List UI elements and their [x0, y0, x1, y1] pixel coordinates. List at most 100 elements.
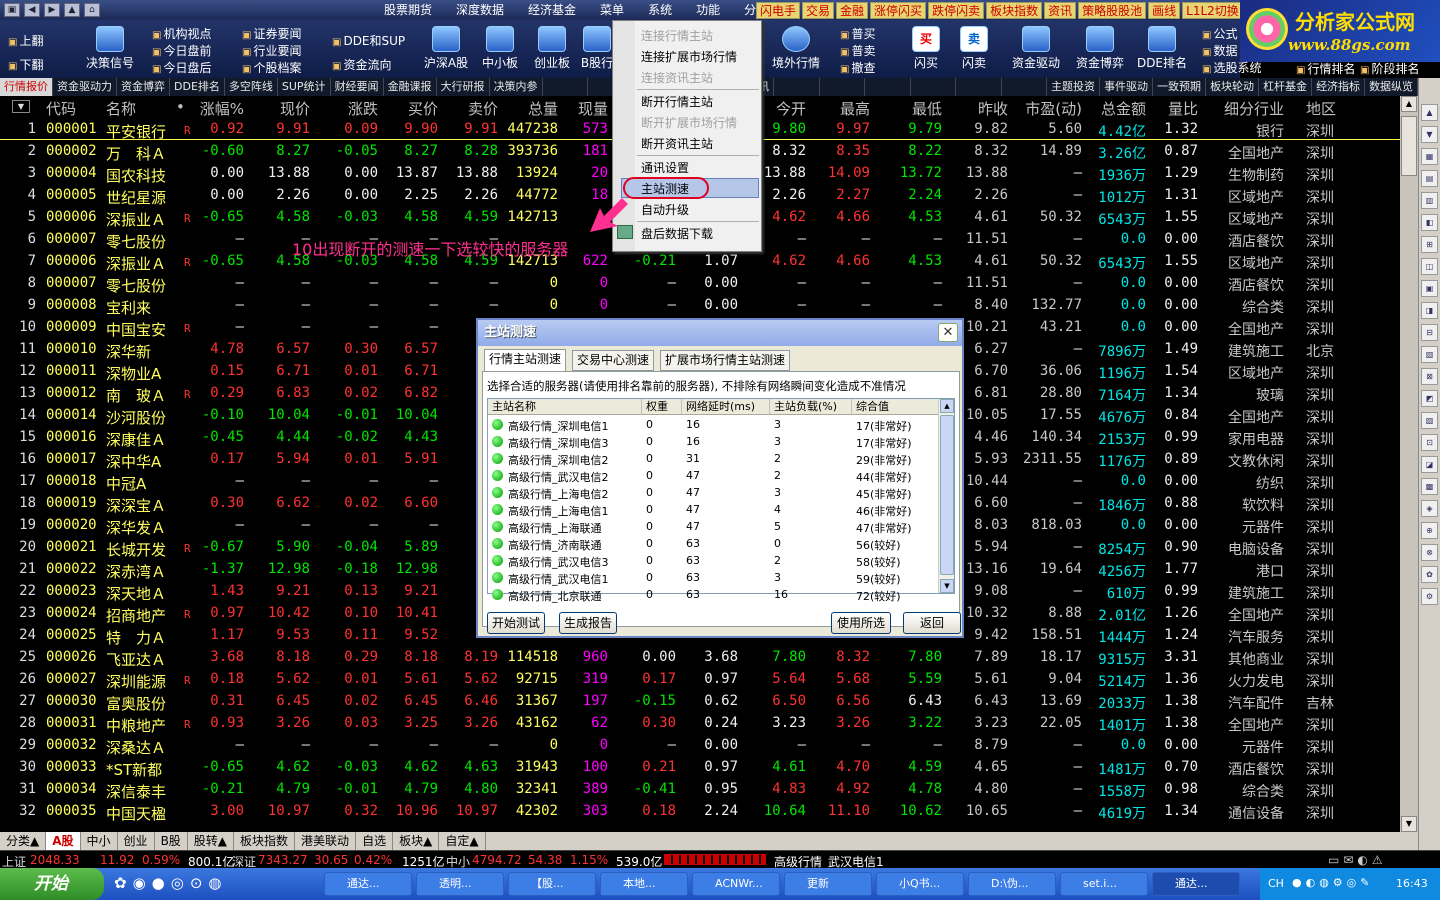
b-share-button[interactable]: B股行: [580, 26, 614, 71]
sidebar-tool-icon[interactable]: ◫: [1421, 258, 1438, 275]
menu-item[interactable]: 股票期货: [372, 0, 444, 20]
sidebar-tool-icon[interactable]: ◪: [1421, 456, 1438, 473]
forward-icon[interactable]: ▶: [44, 3, 60, 17]
taskbar-task[interactable]: 更新: [784, 872, 872, 896]
sidebar-tool-icon[interactable]: ▼: [1421, 126, 1438, 143]
sidebar-tool-icon[interactable]: ▲: [1421, 104, 1438, 121]
tab-item[interactable]: [543, 78, 589, 96]
quick-button[interactable]: 画线: [1148, 2, 1181, 19]
quick-button[interactable]: 交易: [802, 2, 835, 19]
up-icon[interactable]: ▲: [64, 3, 80, 17]
tab-quote-speedtest[interactable]: 行情主站测速: [484, 349, 567, 372]
dialog-close-button[interactable]: ✕: [938, 323, 958, 342]
cancel-query-button[interactable]: 撤查: [840, 59, 875, 76]
server-row[interactable]: 高级行情_深圳电信3 0 16 3 17(非常好): [488, 433, 940, 450]
market-tab[interactable]: 股转▲: [188, 832, 235, 850]
start-button[interactable]: 开始: [0, 868, 104, 900]
dde-rank-button[interactable]: DDE排名: [1134, 26, 1190, 71]
industry-news-button[interactable]: 行业要闻: [242, 42, 301, 59]
tab-item[interactable]: [820, 78, 866, 96]
server-row[interactable]: 高级行情_武汉电信2 0 47 2 44(非常好): [488, 467, 940, 484]
decision-signal-button[interactable]: 决策信号: [82, 26, 138, 71]
today-aftermarket-button[interactable]: 今日盘后: [152, 59, 211, 76]
table-row[interactable]: 9 000008 宝利来 – – – – – 0 0 – 0.00 – – – 8.40 132.77 0.0 0.…: [0, 294, 1418, 317]
server-row[interactable]: 高级行情_上海联通 0 47 5 47(非常好): [488, 518, 940, 535]
org-view-button[interactable]: 机构视点: [152, 25, 211, 42]
page-up-button[interactable]: 上翻: [8, 32, 43, 49]
menu-item-1[interactable]: 连接扩展市场行情: [641, 48, 737, 65]
tab-item[interactable]: 财经要闻: [331, 78, 384, 96]
table-row[interactable]: 28 000031 中粮地产 R 0.93 3.26 0.03 3.25 3.26 43162 62…: [0, 712, 1418, 735]
sidebar-tool-icon[interactable]: ⊞: [1421, 236, 1438, 253]
sidebar-tool-icon[interactable]: ◩: [1421, 390, 1438, 407]
taskbar-task[interactable]: 本地...: [600, 872, 688, 896]
tab-item[interactable]: 主题投资: [1047, 78, 1101, 96]
column-header[interactable]: 卖价: [468, 98, 498, 119]
overseas-market-button[interactable]: 境外行情: [766, 26, 826, 71]
scroll-up-icon[interactable]: ▲: [1401, 96, 1417, 112]
quick-button[interactable]: 金融: [836, 2, 869, 19]
taskbar-task[interactable]: set.i...: [1060, 872, 1148, 896]
taskbar-task[interactable]: 【股...: [508, 872, 596, 896]
list-scroll-up-icon[interactable]: ▲: [940, 399, 954, 413]
market-tab[interactable]: A股: [46, 832, 81, 850]
menu-item-7[interactable]: 主站测速: [641, 180, 689, 197]
col-weight[interactable]: 权重: [642, 399, 682, 415]
vertical-scrollbar[interactable]: ▲ ▼: [1400, 96, 1418, 832]
table-row[interactable]: 31 000034 深信泰丰 -0.21 4.79 -0.01 4.79 4.80 32341 3…: [0, 778, 1418, 801]
tab-item[interactable]: 一致预期: [1153, 78, 1207, 96]
menu-item[interactable]: 系统: [636, 0, 684, 20]
table-row[interactable]: 8 000007 零七股份 – – – – – 0 0 – 0.00 – – – 11.51 – 0.0 0.00 酒…: [0, 272, 1418, 295]
market-tab[interactable]: 板块▲: [393, 832, 440, 850]
sort-toggle-icon[interactable]: ▼: [12, 100, 30, 113]
tab-item[interactable]: 行情报价: [0, 78, 53, 96]
column-header[interactable]: 市盈(动): [1025, 98, 1082, 119]
tab-item[interactable]: 多空阵线: [225, 78, 278, 96]
server-row[interactable]: 高级行情_深圳电信2 0 31 2 29(非常好): [488, 450, 940, 467]
taskbar-task[interactable]: 通达...: [1152, 872, 1240, 896]
app-menu-icon[interactable]: ▣: [4, 3, 20, 17]
list-scrollbar[interactable]: ▲ ▼: [938, 399, 954, 593]
taskbar-task[interactable]: D:\伪...: [968, 872, 1056, 896]
tab-item[interactable]: [1002, 78, 1048, 96]
tab-item[interactable]: SUP统计: [278, 78, 331, 96]
sidebar-tool-icon[interactable]: ▥: [1421, 192, 1438, 209]
tab-item[interactable]: 决策内参: [490, 78, 543, 96]
server-row[interactable]: 高级行情_武汉电信1 0 63 3 59(较好): [488, 569, 940, 586]
menu-item-3[interactable]: 断开行情主站: [641, 93, 713, 110]
sidebar-tool-icon[interactable]: ▨: [1421, 412, 1438, 429]
normal-buy-button[interactable]: 普买: [840, 25, 875, 42]
tab-item[interactable]: 大行研报: [437, 78, 490, 96]
taskbar-task[interactable]: 小Q书...: [876, 872, 964, 896]
market-tab[interactable]: 自定▲: [439, 832, 486, 850]
use-selected-button[interactable]: 使用所选: [831, 612, 891, 634]
quick-button[interactable]: 策略股股池: [1078, 2, 1147, 19]
sidebar-tool-icon[interactable]: ◈: [1421, 500, 1438, 517]
market-tab[interactable]: B股: [155, 832, 188, 850]
sidebar-tool-icon[interactable]: ▤: [1421, 170, 1438, 187]
table-row[interactable]: 26 000027 深圳能源 R 0.18 5.62 0.01 5.61 5.62 92715 31…: [0, 668, 1418, 691]
menu-item-8[interactable]: 自动升级: [641, 201, 689, 218]
table-row[interactable]: 29 000032 深桑达Ａ – – – – – 0 0 – 0.00 – – – 8.79 – 0.0 0.00 元…: [0, 734, 1418, 757]
quick-button[interactable]: 资讯: [1044, 2, 1077, 19]
server-row[interactable]: 高级行情_深圳电信1 0 16 3 17(非常好): [488, 416, 940, 433]
table-row[interactable]: 32 000035 中国天楹 3.00 10.97 0.32 10.96 10.97 42302…: [0, 800, 1418, 823]
sidebar-tool-icon[interactable]: ▧: [1421, 346, 1438, 363]
taskbar-task[interactable]: 透明...: [416, 872, 504, 896]
menu-item-5[interactable]: 断开资讯主站: [641, 135, 713, 152]
col-server-name[interactable]: 主站名称: [488, 399, 642, 415]
sidebar-tool-icon[interactable]: ◨: [1421, 302, 1438, 319]
normal-sell-button[interactable]: 普卖: [840, 42, 875, 59]
column-header[interactable]: •: [176, 98, 185, 116]
tab-item[interactable]: [911, 78, 957, 96]
taskbar-task[interactable]: ACNWr...: [692, 872, 780, 896]
stage-rank-button[interactable]: 阶段排名: [1360, 60, 1419, 77]
column-header[interactable]: 代码: [46, 98, 76, 119]
tab-item[interactable]: 资金驱动力: [53, 78, 117, 96]
market-rank-button[interactable]: 行情排名: [1296, 60, 1355, 77]
ime-indicator[interactable]: CH: [1268, 877, 1284, 890]
menu-item[interactable]: 深度数据: [444, 0, 516, 20]
taskbar-task[interactable]: 通达...: [324, 872, 412, 896]
tab-item[interactable]: 事件驱动: [1100, 78, 1154, 96]
quick-button[interactable]: 跌停闪卖: [928, 2, 985, 19]
